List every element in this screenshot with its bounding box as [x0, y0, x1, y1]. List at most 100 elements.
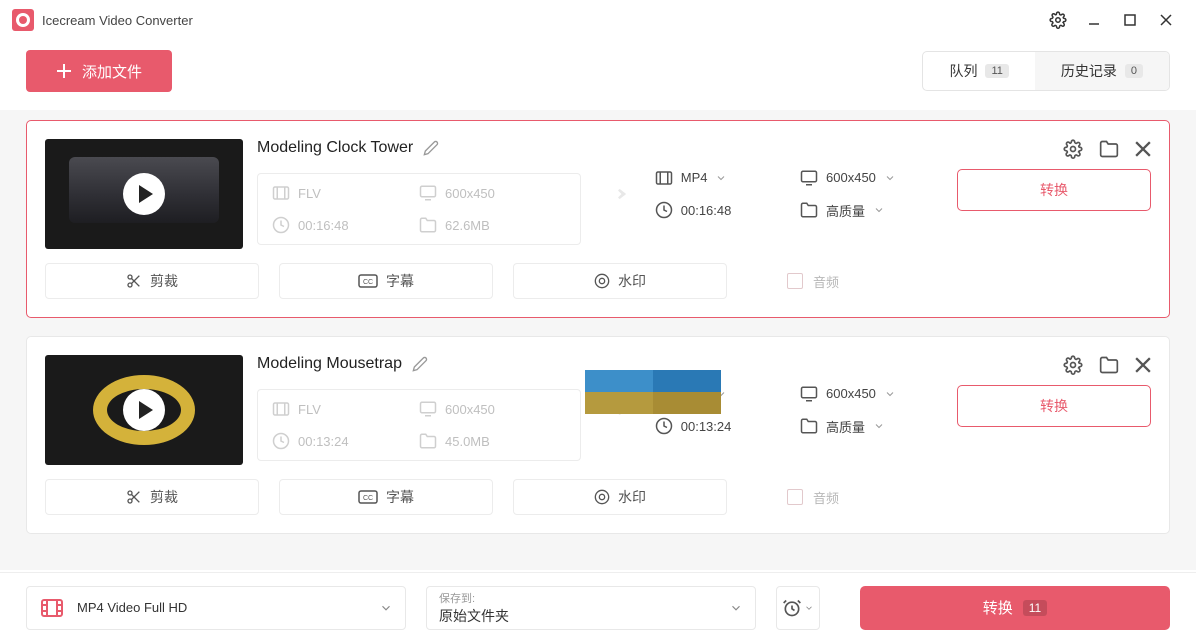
monitor-icon [800, 385, 818, 403]
alarm-icon [782, 598, 802, 618]
item-title: Modeling Clock Tower [257, 139, 413, 157]
output-format-select[interactable]: MP4 [655, 169, 782, 187]
folder-icon [800, 417, 818, 435]
source-resolution: 600x450 [445, 402, 495, 417]
global-format-label: MP4 Video Full HD [77, 600, 187, 615]
film-icon [272, 400, 290, 418]
remove-item-button[interactable] [1135, 357, 1151, 373]
tab-queue-label: 队列 [949, 61, 977, 81]
source-resolution: 600x450 [445, 186, 495, 201]
watermark-button[interactable]: 水印 [513, 263, 727, 299]
app-title: Icecream Video Converter [42, 13, 193, 28]
convert-all-label: 转换 [983, 597, 1013, 618]
folder-icon [419, 216, 437, 234]
convert-item-button[interactable]: 转换 [957, 169, 1151, 211]
output-duration: 00:13:24 [681, 419, 732, 434]
video-thumbnail[interactable] [45, 355, 243, 465]
output-resolution-select[interactable]: 600x450 [800, 385, 927, 403]
chevron-down-icon [729, 601, 743, 615]
output-quality-select[interactable]: 高质量 [800, 201, 927, 220]
close-window-button[interactable] [1148, 2, 1184, 38]
svg-text:CC: CC [363, 495, 373, 502]
settings-button[interactable] [1040, 2, 1076, 38]
crop-button[interactable]: 剪裁 [45, 263, 259, 299]
clock-icon [655, 417, 673, 435]
chevron-down-icon [873, 420, 885, 432]
film-icon [39, 595, 65, 621]
toolbar: 添加文件 队列 11 历史记录 0 [0, 40, 1196, 110]
add-file-button[interactable]: 添加文件 [26, 50, 172, 92]
cc-icon: CC [358, 274, 378, 288]
crop-button[interactable]: 剪裁 [45, 479, 259, 515]
edit-title-button[interactable] [423, 140, 439, 156]
source-size: 45.0MB [445, 434, 490, 449]
chevron-down-icon [379, 601, 393, 615]
item-settings-button[interactable] [1063, 355, 1083, 375]
monitor-icon [419, 400, 437, 418]
scheduler-button[interactable] [776, 586, 820, 630]
output-format-select[interactable]: MP4 [655, 385, 782, 403]
plus-icon [56, 63, 72, 79]
output-duration: 00:16:48 [681, 203, 732, 218]
monitor-icon [800, 169, 818, 187]
cc-icon: CC [358, 490, 378, 504]
chevron-down-icon [715, 172, 727, 184]
tab-history[interactable]: 历史记录 0 [1035, 52, 1169, 90]
save-to-value: 原始文件夹 [439, 606, 743, 626]
audio-checkbox[interactable] [787, 273, 803, 289]
audio-checkbox[interactable] [787, 489, 803, 505]
remove-item-button[interactable] [1135, 141, 1151, 157]
monitor-icon [419, 184, 437, 202]
open-folder-button[interactable] [1099, 355, 1119, 375]
play-icon [123, 173, 165, 215]
item-title: Modeling Mousetrap [257, 355, 402, 373]
tab-history-count: 0 [1125, 64, 1143, 78]
tab-queue-count: 11 [985, 64, 1008, 78]
watermark-preview [585, 370, 721, 414]
chevron-down-icon [804, 603, 814, 613]
scissors-icon [126, 273, 142, 289]
source-format: FLV [298, 186, 321, 201]
convert-all-button[interactable]: 转换 11 [860, 586, 1170, 630]
arrow-icon [595, 139, 641, 249]
source-specs: FLV 600x450 00:13:24 45.0MB [257, 389, 581, 461]
source-size: 62.6MB [445, 218, 490, 233]
global-format-select[interactable]: MP4 Video Full HD [26, 586, 406, 630]
chevron-down-icon [873, 204, 885, 216]
audio-label: 音频 [813, 272, 839, 291]
add-file-label: 添加文件 [82, 61, 142, 82]
chevron-down-icon [884, 172, 896, 184]
scissors-icon [126, 489, 142, 505]
clock-icon [272, 216, 290, 234]
svg-text:CC: CC [363, 279, 373, 286]
queue-item: Modeling Clock Tower FLV 600x450 00:16:4… [26, 120, 1170, 318]
audio-label: 音频 [813, 488, 839, 507]
play-icon [123, 389, 165, 431]
clock-icon [272, 432, 290, 450]
queue-item: Modeling Mousetrap FLV 600x450 00:13:24 … [26, 336, 1170, 534]
save-to-label: 保存到: [439, 590, 743, 606]
titlebar: Icecream Video Converter [0, 0, 1196, 40]
subtitles-button[interactable]: CC字幕 [279, 479, 493, 515]
watermark-icon [594, 489, 610, 505]
save-location-select[interactable]: 保存到: 原始文件夹 [426, 586, 756, 630]
queue-list: Modeling Clock Tower FLV 600x450 00:16:4… [0, 110, 1196, 570]
convert-item-button[interactable]: 转换 [957, 385, 1151, 427]
open-folder-button[interactable] [1099, 139, 1119, 159]
item-settings-button[interactable] [1063, 139, 1083, 159]
output-resolution-select[interactable]: 600x450 [800, 169, 927, 187]
source-specs: FLV 600x450 00:16:48 62.6MB [257, 173, 581, 245]
edit-title-button[interactable] [412, 356, 428, 372]
film-icon [655, 169, 673, 187]
tab-queue[interactable]: 队列 11 [923, 52, 1034, 90]
minimize-button[interactable] [1076, 2, 1112, 38]
footer: MP4 Video Full HD 保存到: 原始文件夹 转换 11 [0, 572, 1196, 642]
subtitles-button[interactable]: CC字幕 [279, 263, 493, 299]
folder-icon [800, 201, 818, 219]
output-quality-select[interactable]: 高质量 [800, 417, 927, 436]
video-thumbnail[interactable] [45, 139, 243, 249]
maximize-button[interactable] [1112, 2, 1148, 38]
view-tabs: 队列 11 历史记录 0 [922, 51, 1170, 91]
watermark-button[interactable]: 水印 [513, 479, 727, 515]
source-duration: 00:16:48 [298, 218, 349, 233]
